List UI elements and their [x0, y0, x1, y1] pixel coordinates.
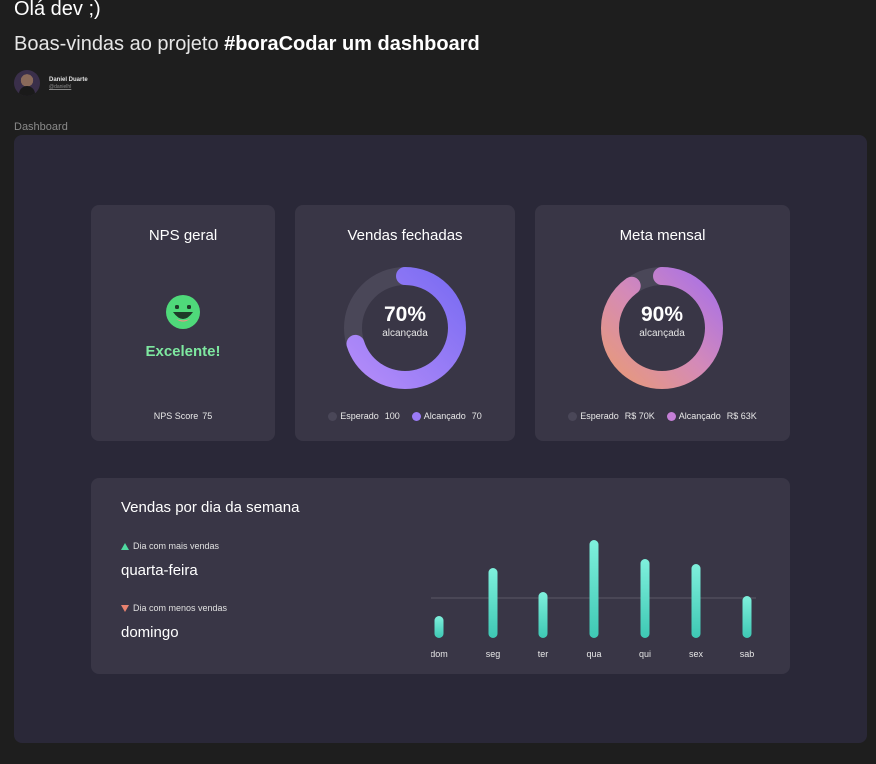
legend-achieved-dot [666, 411, 676, 421]
goal-percent: 90% [640, 303, 684, 326]
nps-score-value: 75 [202, 411, 213, 421]
author-handle-link[interactable]: @danielhl [49, 84, 88, 91]
legend-expected-value: 100 [384, 411, 400, 421]
legend-achieved-dot [411, 411, 421, 421]
subtitle-bold: #boraCodar um dashboard [224, 33, 480, 55]
goal-title: Meta mensal [619, 227, 706, 244]
goal-donut: 90% alcançada [599, 265, 725, 391]
subtitle-prefix: Boas-vindas ao projeto [14, 33, 225, 55]
goal-percent-caption: alcançada [639, 328, 685, 339]
tick-label-qui: qui [639, 649, 651, 659]
author-text: Daniel Duarte @danielhl [49, 76, 88, 91]
goal-legend: Esperado R$ 70K Alcançado R$ 63K [535, 411, 790, 421]
sales-percent: 70% [383, 303, 427, 326]
legend-expected-dot [328, 411, 338, 421]
sales-legend: Esperado 100 Alcançado 70 [295, 411, 515, 421]
legend-achieved-value: 70 [471, 411, 482, 421]
smile-icon [166, 295, 200, 329]
author-name: Daniel Duarte [49, 76, 88, 83]
nps-score-label: NPS Score [153, 411, 199, 421]
weekly-bar-chart: dom seg ter qua qui sex sab [431, 540, 756, 659]
author[interactable]: Daniel Duarte @danielhl [14, 70, 88, 96]
legend-expected-dot [568, 411, 578, 421]
sales-title: Vendas fechadas [347, 227, 463, 244]
sales-donut: 70% alcançada [342, 265, 468, 391]
dashboard-frame: NPS geral Excelente! NPS Score 75 Vendas … [14, 135, 867, 743]
sales-percent-caption: alcançada [382, 328, 428, 339]
bar-qua [589, 540, 599, 638]
nps-card: NPS geral Excelente! NPS Score 75 [91, 205, 275, 441]
tick-label-qua: qua [586, 649, 601, 659]
bar-qui [640, 559, 650, 638]
worst-day-value: domingo [121, 624, 179, 641]
tick-label-dom: dom [431, 649, 448, 659]
page-subtitle: Boas-vindas ao projeto #boraCodar um das… [14, 32, 480, 56]
legend-achieved-label: Alcançado [423, 411, 466, 421]
page: Olá dev ;) Boas-vindas ao projeto #boraC… [0, 0, 876, 764]
worst-day-caption: Dia com menos vendas [133, 603, 228, 613]
best-day-caption: Dia com mais vendas [133, 541, 220, 551]
tick-label-seg: seg [486, 649, 501, 659]
best-day-label: Dia com mais vendas [121, 541, 219, 551]
bar-sex [691, 564, 701, 638]
arrow-up-icon [121, 542, 129, 550]
tick-label-sab: sab [740, 649, 755, 659]
greeting: Olá dev ;) [14, 0, 101, 20]
nps-title: NPS geral [148, 227, 218, 244]
avatar[interactable] [14, 70, 40, 96]
bar-ter [538, 592, 548, 638]
bar-dom [434, 616, 444, 638]
nps-score: NPS Score 75 [91, 411, 275, 421]
bar-sab [742, 596, 752, 638]
best-day-value: quarta-feira [121, 562, 198, 579]
legend-achieved-value: R$ 63K [726, 411, 757, 421]
dashboard-label: Dashboard [14, 121, 68, 133]
arrow-down-icon [121, 604, 129, 612]
sales-card: Vendas fechadas 70% alcançada Esperado 1… [295, 205, 515, 441]
legend-expected-value: R$ 70K [624, 411, 655, 421]
weekly-title: Vendas por dia da semana [121, 499, 300, 516]
weekly-sales-card: Vendas por dia da semana Dia com mais ve… [91, 478, 790, 674]
goal-card: Meta mensal 90% alcançada Esperado R$ 70… [535, 205, 790, 441]
legend-achieved-label: Alcançado [678, 411, 721, 421]
legend-expected-label: Esperado [340, 411, 379, 421]
tick-label-ter: ter [538, 649, 549, 659]
legend-expected-label: Esperado [580, 411, 619, 421]
nps-status: Excelente! [145, 343, 221, 360]
bar-seg [488, 568, 498, 638]
tick-label-sex: sex [689, 649, 704, 659]
worst-day-label: Dia com menos vendas [121, 603, 227, 613]
